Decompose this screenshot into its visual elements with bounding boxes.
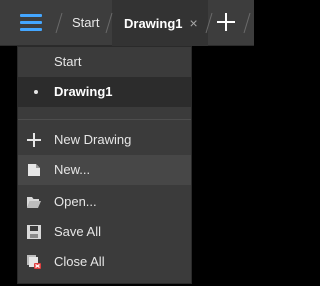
- menu-item-label: New Drawing: [54, 132, 132, 147]
- menu-item-new-drawing[interactable]: New Drawing: [18, 125, 191, 155]
- close-all-icon: [26, 254, 42, 270]
- menu-divider: [18, 119, 191, 120]
- tab-close-icon[interactable]: ×: [190, 0, 198, 46]
- menu-item-label: Close All: [54, 254, 105, 269]
- menu-item-start[interactable]: Start: [18, 47, 191, 77]
- menu-item-label: New...: [54, 162, 91, 177]
- menu-item-label: Save All: [54, 224, 101, 239]
- menu-item-label: Start: [54, 54, 82, 69]
- menu-item-open[interactable]: Open...: [18, 187, 191, 217]
- menu-item-label: Drawing1: [54, 84, 113, 99]
- menu-item-label: Open...: [54, 194, 97, 209]
- plus-icon: [26, 132, 42, 148]
- tab-separator: [204, 12, 214, 34]
- save-all-icon: [26, 224, 42, 240]
- tab-separator: [104, 12, 114, 34]
- menu-item-save-all[interactable]: Save All: [18, 217, 191, 247]
- menu-item-new[interactable]: New...: [18, 155, 191, 185]
- tab-separator: [242, 12, 252, 34]
- menu-item-close-all[interactable]: Close All: [18, 247, 191, 277]
- current-bullet-icon: [34, 90, 38, 94]
- menu-item-drawing1[interactable]: Drawing1: [18, 77, 191, 107]
- tab-bar: Start Drawing1 ×: [0, 0, 254, 46]
- hamburger-menu-icon[interactable]: [20, 14, 42, 32]
- new-tab-plus-icon[interactable]: [217, 13, 235, 31]
- tab-drawing1[interactable]: Drawing1 ×: [112, 0, 208, 46]
- tab-drawing1-label: Drawing1: [124, 16, 183, 31]
- tab-start[interactable]: Start: [72, 0, 99, 46]
- new-document-icon: [26, 162, 42, 178]
- file-tabs-dropdown-menu: Start Drawing1 New Drawing New... Open..…: [17, 46, 192, 284]
- tab-separator: [54, 12, 64, 34]
- open-folder-icon: [26, 194, 42, 210]
